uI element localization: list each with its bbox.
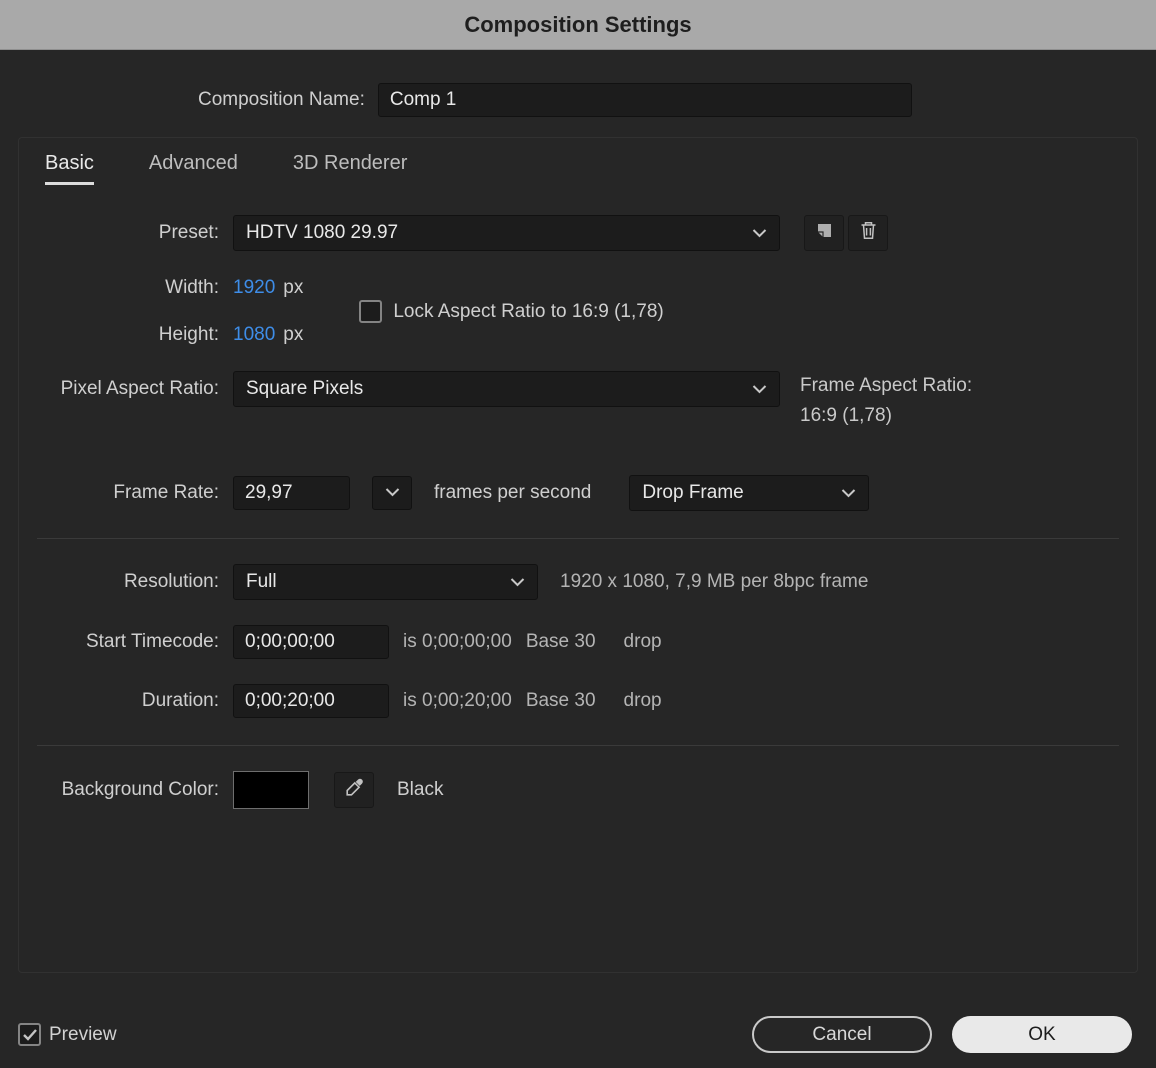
frame-aspect-label: Frame Aspect Ratio: — [800, 375, 973, 396]
frame-aspect-block: Frame Aspect Ratio: 16:9 (1,78) — [800, 371, 972, 431]
duration-equivalent: is 0;00;20;00 — [403, 690, 512, 711]
background-color-row: Background Color: Black — [19, 771, 1137, 809]
chevron-down-icon — [752, 384, 767, 394]
drop-frame-value: Drop Frame — [642, 482, 744, 503]
lock-aspect-checkbox[interactable] — [359, 300, 383, 323]
save-preset-button[interactable] — [804, 215, 844, 251]
preview-checkbox[interactable] — [18, 1023, 41, 1046]
start-timecode-input[interactable] — [233, 625, 389, 659]
chevron-down-icon — [385, 484, 400, 502]
width-value[interactable]: 1920 — [233, 277, 275, 299]
composition-name-label: Composition Name: — [198, 89, 365, 110]
dialog-title: Composition Settings — [464, 11, 692, 37]
chevron-down-icon — [841, 488, 856, 498]
start-timecode-row: Start Timecode: is 0;00;00;00 Base 30 dr… — [19, 625, 1137, 659]
pixel-aspect-value: Square Pixels — [246, 378, 364, 399]
height-row: Height: 1080 px — [19, 324, 304, 346]
trash-icon — [860, 221, 877, 245]
composition-settings-dialog: Composition Settings Composition Name: B… — [0, 0, 1156, 1068]
frame-rate-input[interactable] — [233, 476, 350, 510]
duration-drop: drop — [623, 690, 662, 711]
width-label: Width: — [165, 277, 219, 298]
frame-rate-label: Frame Rate: — [113, 482, 219, 503]
preview-wrap: Preview — [18, 1023, 117, 1046]
resolution-value: Full — [246, 571, 277, 592]
width-row: Width: 1920 px — [19, 277, 303, 299]
preset-dropdown[interactable]: HDTV 1080 29.97 — [233, 215, 780, 251]
tab-bar: Basic Advanced 3D Renderer — [19, 152, 1137, 185]
background-color-name: Black — [397, 779, 444, 800]
cancel-button[interactable]: Cancel — [752, 1016, 932, 1053]
height-value[interactable]: 1080 — [233, 324, 275, 346]
frame-rate-suffix: frames per second — [434, 482, 592, 503]
eyedropper-button[interactable] — [334, 772, 374, 808]
start-timecode-label: Start Timecode: — [85, 631, 219, 652]
preset-label: Preset: — [158, 222, 219, 243]
tab-advanced[interactable]: Advanced — [149, 152, 238, 185]
dimensions-column: Width: 1920 px Height: 1080 px — [19, 277, 304, 346]
lock-aspect-wrap: Lock Aspect Ratio to 16:9 (1,78) — [359, 300, 664, 323]
start-timecode-base: Base 30 — [525, 631, 596, 652]
pixel-aspect-row: Pixel Aspect Ratio: Square Pixels Frame … — [19, 371, 1137, 431]
preset-row: Preset: HDTV 1080 29.97 — [19, 215, 1137, 251]
dialog-titlebar: Composition Settings — [0, 0, 1156, 50]
tab-3d-renderer[interactable]: 3D Renderer — [293, 152, 408, 185]
duration-input[interactable] — [233, 684, 389, 718]
settings-panel: Basic Advanced 3D Renderer Preset: HDTV … — [18, 137, 1138, 973]
preset-value: HDTV 1080 29.97 — [246, 222, 399, 243]
height-label: Height: — [158, 324, 219, 345]
save-preset-icon — [816, 222, 833, 244]
duration-label: Duration: — [141, 690, 219, 711]
delete-preset-button[interactable] — [848, 215, 888, 251]
pixel-aspect-dropdown[interactable]: Square Pixels — [233, 371, 780, 407]
resolution-row: Resolution: Full 1920 x 1080, 7,9 MB per… — [19, 564, 1137, 600]
eyedropper-icon — [345, 778, 364, 802]
preview-label: Preview — [49, 1023, 117, 1045]
composition-name-input[interactable] — [377, 83, 912, 117]
dimensions-row: Width: 1920 px Height: 1080 px Lock Aspe… — [19, 277, 1137, 346]
frame-rate-dropdown-button[interactable] — [372, 476, 412, 510]
ok-button[interactable]: OK — [952, 1016, 1132, 1053]
height-unit: px — [283, 324, 304, 345]
resolution-info: 1920 x 1080, 7,9 MB per 8bpc frame — [560, 571, 869, 592]
tab-basic[interactable]: Basic — [45, 152, 94, 185]
width-unit: px — [283, 277, 304, 298]
lock-aspect-label: Lock Aspect Ratio to 16:9 (1,78) — [393, 300, 664, 322]
composition-name-row: Composition Name: — [198, 83, 1156, 117]
resolution-dropdown[interactable]: Full — [233, 564, 538, 600]
chevron-down-icon — [510, 577, 525, 587]
pixel-aspect-label: Pixel Aspect Ratio: — [60, 378, 219, 399]
background-color-swatch[interactable] — [233, 771, 309, 809]
start-timecode-drop: drop — [623, 631, 662, 652]
chevron-down-icon — [752, 228, 767, 238]
divider — [37, 538, 1119, 539]
frame-rate-row: Frame Rate: frames per second Drop Frame — [19, 475, 1137, 511]
frame-aspect-value: 16:9 (1,78) — [800, 405, 892, 426]
duration-row: Duration: is 0;00;20;00 Base 30 drop — [19, 684, 1137, 718]
resolution-label: Resolution: — [123, 571, 219, 592]
duration-base: Base 30 — [525, 690, 596, 711]
dialog-footer: Preview Cancel OK — [18, 1016, 1132, 1053]
background-color-label: Background Color: — [61, 779, 219, 800]
start-timecode-equivalent: is 0;00;00;00 — [403, 631, 512, 652]
drop-frame-dropdown[interactable]: Drop Frame — [629, 475, 870, 511]
divider — [37, 745, 1119, 746]
